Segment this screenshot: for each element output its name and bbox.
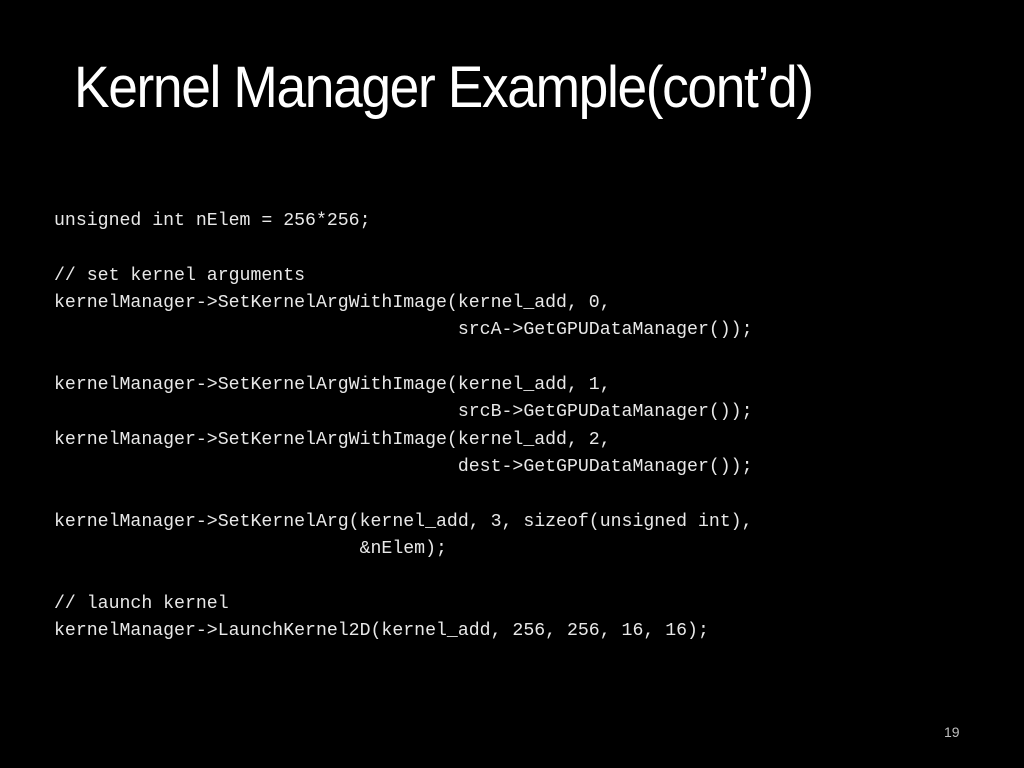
code-block: unsigned int nElem = 256*256; // set kern…	[54, 208, 753, 646]
code-line: kernelManager->LaunchKernel2D(kernel_add…	[54, 621, 709, 642]
code-comment-line: // set kernel arguments	[54, 265, 306, 286]
slide-title: Kernel Manager Example(cont’d)	[74, 55, 814, 120]
code-line: kernelManager->SetKernelArgWithImage(ker…	[54, 375, 611, 396]
code-line: &nElem);	[54, 539, 447, 560]
code-line: unsigned int nElem = 256*256;	[54, 211, 371, 231]
code-line: kernelManager->SetKernelArg(kernel_add, …	[54, 511, 753, 532]
code-line: srcA->GetGPUDataManager());	[54, 320, 753, 341]
code-line: kernelManager->SetKernelArgWithImage(ker…	[54, 429, 611, 450]
code-comment-line: // launch kernel	[54, 593, 229, 614]
code-line: kernelManager->SetKernelArgWithImage(ker…	[54, 293, 611, 314]
page-number: 19	[944, 724, 960, 740]
code-line: dest->GetGPUDataManager());	[54, 457, 753, 478]
code-line: srcB->GetGPUDataManager());	[54, 402, 753, 423]
